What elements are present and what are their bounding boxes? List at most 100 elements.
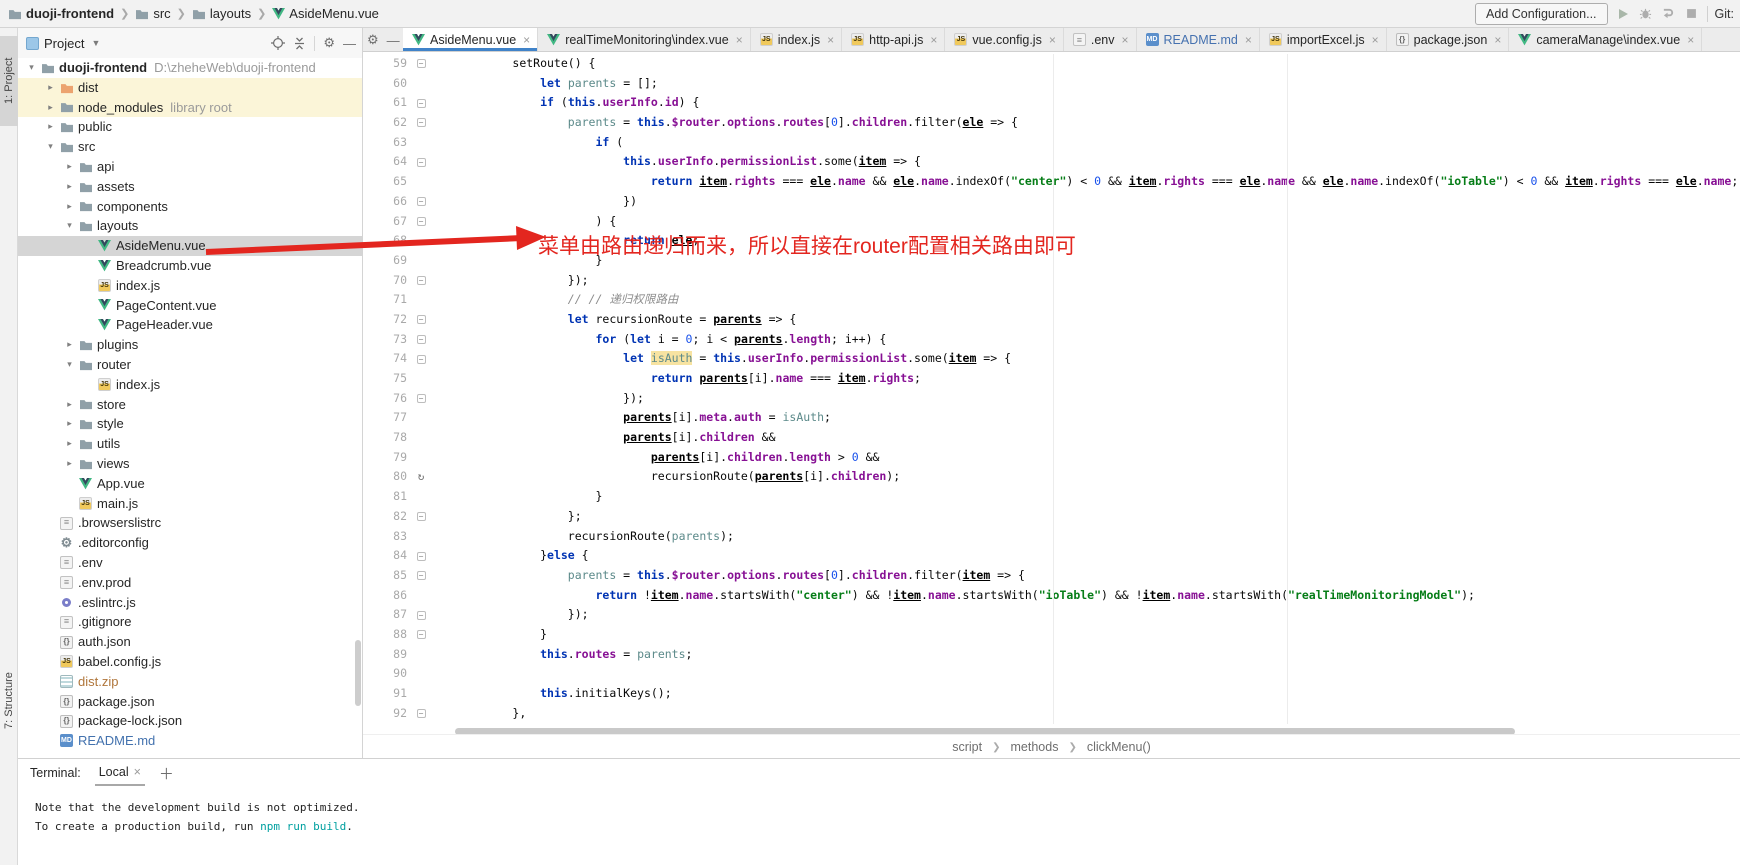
tree-toggle-icon[interactable]: ▾ <box>24 58 39 78</box>
close-tab-icon[interactable]: × <box>1685 33 1694 47</box>
code-line-92[interactable]: 92− }, <box>363 704 1740 724</box>
fold-icon[interactable]: − <box>417 552 426 561</box>
breadcrumb-script[interactable]: script <box>952 740 982 754</box>
line-number[interactable]: 87 <box>363 605 411 625</box>
line-number[interactable]: 72 <box>363 310 411 330</box>
line-number[interactable]: 66 <box>363 192 411 212</box>
line-number[interactable]: 61 <box>363 93 411 113</box>
fold-icon[interactable]: − <box>417 217 426 226</box>
tree-item-package.json[interactable]: {}package.json <box>18 692 362 712</box>
line-number[interactable]: 77 <box>363 408 411 428</box>
line-number[interactable]: 85 <box>363 566 411 586</box>
settings-gear-icon[interactable]: ⚙ <box>323 35 335 51</box>
tree-item-.gitignore[interactable]: ≡.gitignore <box>18 612 362 632</box>
code-line-78[interactable]: 78 parents[i].children && <box>363 428 1740 448</box>
code-line-71[interactable]: 71 // // 递归权限路由 <box>363 290 1740 310</box>
tree-toggle-icon[interactable]: ▸ <box>62 395 77 415</box>
code-line-60[interactable]: 60 let parents = []; <box>363 74 1740 94</box>
tree-item-style[interactable]: ▸style <box>18 414 362 434</box>
code-line-76[interactable]: 76− }); <box>363 389 1740 409</box>
collapse-all-icon[interactable] <box>293 37 306 50</box>
line-number[interactable]: 75 <box>363 369 411 389</box>
code-line-81[interactable]: 81 } <box>363 487 1740 507</box>
close-tab-icon[interactable]: × <box>1243 33 1252 47</box>
code-line-91[interactable]: 91 this.initialKeys(); <box>363 684 1740 704</box>
tree-item-src[interactable]: ▾src <box>18 137 362 157</box>
tree-toggle-icon[interactable]: ▸ <box>43 78 58 98</box>
tree-item-babel.config.js[interactable]: JSbabel.config.js <box>18 652 362 672</box>
tab-package.json[interactable]: {}package.json× <box>1387 28 1510 51</box>
tab-README.md[interactable]: MDREADME.md× <box>1137 28 1260 51</box>
tree-toggle-icon[interactable]: ▸ <box>62 454 77 474</box>
tab-index.js[interactable]: JSindex.js× <box>751 28 842 51</box>
code-line-77[interactable]: 77 parents[i].meta.auth = isAuth; <box>363 408 1740 428</box>
line-number[interactable]: 63 <box>363 133 411 153</box>
locate-file-icon[interactable] <box>271 36 285 50</box>
line-number[interactable]: 79 <box>363 448 411 468</box>
fold-icon[interactable]: − <box>417 59 426 68</box>
code-line-90[interactable]: 90 <box>363 664 1740 684</box>
tree-item-dist[interactable]: ▸dist <box>18 78 362 98</box>
tree-toggle-icon[interactable]: ▸ <box>62 197 77 217</box>
close-tab-icon[interactable]: × <box>928 33 937 47</box>
code-line-75[interactable]: 75 return parents[i].name === item.right… <box>363 369 1740 389</box>
fold-icon[interactable]: − <box>417 512 426 521</box>
tab-realTimeMonitoring-index.vue[interactable]: realTimeMonitoring\index.vue× <box>538 28 751 51</box>
terminal-output[interactable]: Note that the development build is not o… <box>18 787 1740 836</box>
tree-item-App.vue[interactable]: App.vue <box>18 474 362 494</box>
tree-toggle-icon[interactable]: ▾ <box>43 137 58 157</box>
code-line-72[interactable]: 72− let recursionRoute = parents => { <box>363 310 1740 330</box>
breadcrumb-src[interactable]: src <box>135 6 170 21</box>
line-number[interactable]: 69 <box>363 251 411 271</box>
tree-item-api[interactable]: ▸api <box>18 157 362 177</box>
fold-icon[interactable]: − <box>417 611 426 620</box>
close-icon[interactable]: × <box>134 765 141 779</box>
tab-.env[interactable]: ≡.env× <box>1064 28 1137 51</box>
line-number[interactable]: 67 <box>363 212 411 232</box>
tree-scrollbar[interactable] <box>355 640 361 706</box>
tree-item-AsideMenu.vue[interactable]: AsideMenu.vue <box>18 236 362 256</box>
tree-item-dist.zip[interactable]: dist.zip <box>18 672 362 692</box>
tree-item-.eslintrc.js[interactable]: .eslintrc.js <box>18 593 362 613</box>
breadcrumb-layouts[interactable]: layouts <box>192 6 251 21</box>
line-number[interactable]: 80 <box>363 467 411 487</box>
fold-icon[interactable]: − <box>417 315 426 324</box>
line-number[interactable]: 70 <box>363 271 411 291</box>
fold-icon[interactable]: − <box>417 335 426 344</box>
code-line-82[interactable]: 82− }; <box>363 507 1740 527</box>
code-line-85[interactable]: 85− parents = this.$router.options.route… <box>363 566 1740 586</box>
line-number[interactable]: 64 <box>363 152 411 172</box>
line-number[interactable]: 59 <box>363 54 411 74</box>
breadcrumb-methods[interactable]: methods <box>1011 740 1059 754</box>
close-tab-icon[interactable]: × <box>1492 33 1501 47</box>
fold-icon[interactable]: − <box>417 571 426 580</box>
tree-toggle-icon[interactable]: ▸ <box>62 414 77 434</box>
tree-item-store[interactable]: ▸store <box>18 395 362 415</box>
tree-item-.env[interactable]: ≡.env <box>18 553 362 573</box>
code-line-84[interactable]: 84− }else { <box>363 546 1740 566</box>
code-line-66[interactable]: 66− }) <box>363 192 1740 212</box>
line-number[interactable]: 74 <box>363 349 411 369</box>
run-button[interactable] <box>1615 6 1631 22</box>
code-line-89[interactable]: 89 this.routes = parents; <box>363 645 1740 665</box>
line-number[interactable]: 83 <box>363 527 411 547</box>
code-line-63[interactable]: 63 if ( <box>363 133 1740 153</box>
fold-icon[interactable]: − <box>417 158 426 167</box>
code-line-67[interactable]: 67− ) { <box>363 212 1740 232</box>
tree-toggle-icon[interactable]: ▾ <box>62 216 77 236</box>
tree-item-PageContent.vue[interactable]: PageContent.vue <box>18 296 362 316</box>
tab-http-api.js[interactable]: JShttp-api.js× <box>842 28 945 51</box>
line-number[interactable]: 62 <box>363 113 411 133</box>
line-number[interactable]: 71 <box>363 290 411 310</box>
fold-icon[interactable]: − <box>417 276 426 285</box>
fold-icon[interactable]: − <box>417 355 426 364</box>
project-view-selector[interactable]: Project ▼ <box>26 36 100 51</box>
run-with-profiler-button[interactable] <box>1661 6 1677 22</box>
code-line-70[interactable]: 70− }); <box>363 271 1740 291</box>
code-line-87[interactable]: 87− }); <box>363 605 1740 625</box>
tab-cameraManage-index.vue[interactable]: cameraManage\index.vue× <box>1509 28 1702 51</box>
fold-icon[interactable]: − <box>417 197 426 206</box>
line-number[interactable]: 89 <box>363 645 411 665</box>
new-terminal-icon[interactable]: ＋ <box>159 763 174 784</box>
tab-vue.config.js[interactable]: JSvue.config.js× <box>945 28 1064 51</box>
